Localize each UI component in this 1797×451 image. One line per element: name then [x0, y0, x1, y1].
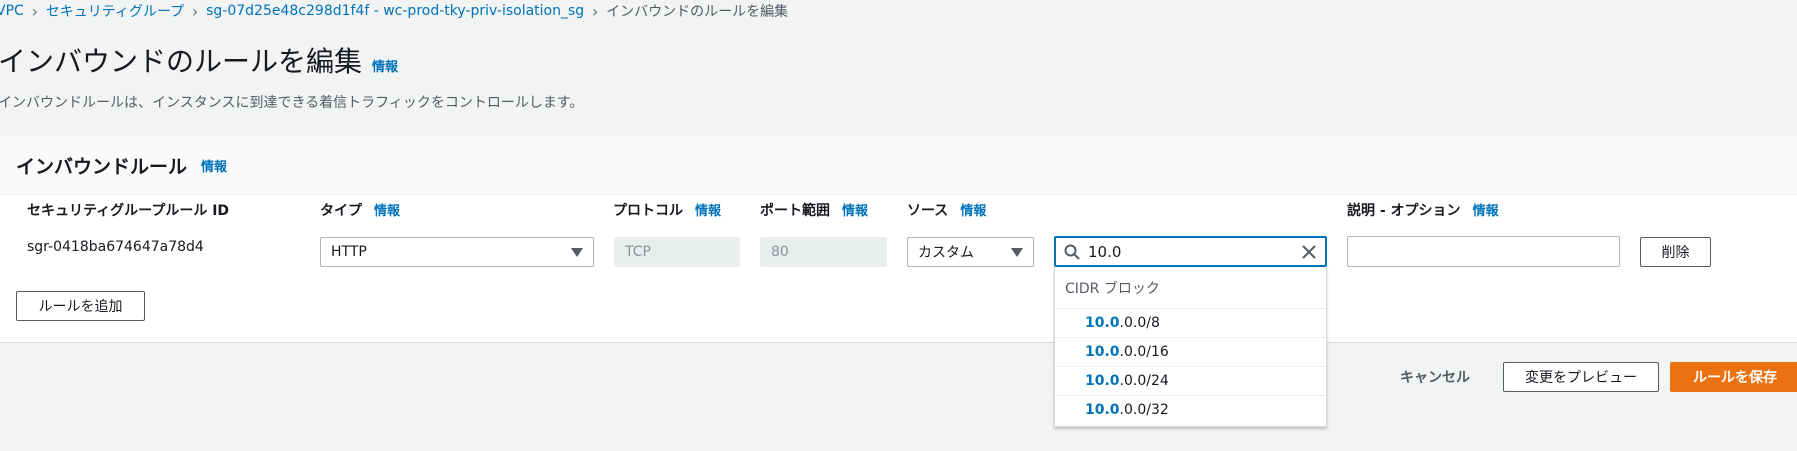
- cancel-button[interactable]: キャンセル: [1400, 367, 1470, 387]
- column-rule-id: セキュリティグループルール ID: [27, 200, 229, 220]
- dropdown-option-cidr-8[interactable]: 10.0.0.0/8: [1055, 309, 1326, 338]
- search-icon: [1064, 244, 1080, 260]
- protocol-info-link[interactable]: 情報: [695, 204, 721, 219]
- panel-header: インバウンドルール 情報: [0, 136, 1797, 195]
- column-protocol-label: プロトコル: [613, 203, 683, 219]
- column-rule-id-label: セキュリティグループルール ID: [27, 203, 230, 219]
- chevron-right-icon: ›: [31, 1, 38, 21]
- breadcrumb: VPC › セキュリティグループ › sg-07d25e48c298d1f4f …: [0, 0, 788, 22]
- panel-info-link[interactable]: 情報: [201, 156, 227, 175]
- source-search-input[interactable]: [1086, 241, 1301, 262]
- source-type-select[interactable]: カスタム: [907, 237, 1034, 267]
- column-protocol: プロトコル 情報: [613, 200, 721, 220]
- delete-rule-label: 削除: [1661, 245, 1690, 261]
- breadcrumb-item-security-groups[interactable]: セキュリティグループ: [46, 1, 184, 21]
- caret-down-icon: [1011, 248, 1023, 257]
- dropdown-option-cidr-16[interactable]: 10.0.0.0/16: [1055, 338, 1326, 367]
- column-type: タイプ 情報: [320, 200, 400, 220]
- source-info-link[interactable]: 情報: [960, 204, 986, 219]
- option-rest: .0.0/32: [1119, 402, 1169, 418]
- option-rest: .0.0/16: [1119, 344, 1169, 360]
- add-rule-label: ルールを追加: [38, 299, 123, 315]
- option-match: 10.0: [1085, 315, 1120, 331]
- caret-down-icon: [571, 248, 583, 257]
- protocol-field: TCP: [614, 237, 740, 267]
- save-rules-label: ルールを保存: [1693, 370, 1777, 386]
- dropdown-group-cidr: CIDR ブロック: [1055, 267, 1326, 309]
- dropdown-option-cidr-24[interactable]: 10.0.0.0/24: [1055, 367, 1326, 396]
- rule-id-value: sgr-0418ba674647a78d4: [27, 239, 204, 255]
- breadcrumb-item-security-group[interactable]: sg-07d25e48c298d1f4f - wc-prod-tky-priv-…: [206, 3, 584, 19]
- option-rest: .0.0/8: [1119, 315, 1160, 331]
- port-range-value: 80: [771, 244, 789, 260]
- dropdown-option-cidr-32[interactable]: 10.0.0.0/32: [1055, 396, 1326, 424]
- source-search-field[interactable]: [1054, 236, 1327, 267]
- source-type-value: カスタム: [918, 245, 974, 261]
- save-rules-button[interactable]: ルールを保存: [1670, 362, 1797, 392]
- column-description-label: 説明 - オプション: [1347, 203, 1461, 219]
- description-input[interactable]: [1347, 236, 1620, 267]
- chevron-right-icon: ›: [191, 1, 199, 21]
- edit-inbound-rules-page: VPC › セキュリティグループ › sg-07d25e48c298d1f4f …: [0, 0, 1797, 451]
- protocol-value: TCP: [625, 244, 651, 260]
- column-description: 説明 - オプション 情報: [1347, 200, 1499, 220]
- column-port-range-label: ポート範囲: [760, 203, 830, 219]
- option-match: 10.0: [1085, 344, 1120, 360]
- add-rule-button[interactable]: ルールを追加: [16, 291, 145, 321]
- column-type-label: タイプ: [320, 203, 362, 219]
- type-select[interactable]: HTTP: [320, 237, 594, 267]
- option-rest: .0.0/24: [1119, 373, 1169, 389]
- option-match: 10.0: [1085, 373, 1120, 389]
- chevron-right-icon: ›: [591, 1, 599, 21]
- preview-changes-label: 変更をプレビュー: [1525, 370, 1637, 386]
- page-description: インバウンドルールは、インスタンスに到達できる着信トラフィックをコントロールしま…: [0, 95, 584, 111]
- column-source-label: ソース: [907, 203, 949, 219]
- type-info-link[interactable]: 情報: [374, 204, 400, 219]
- page-title: インバウンドのルールを編集: [0, 45, 363, 78]
- type-select-value: HTTP: [331, 244, 367, 260]
- column-source: ソース 情報: [907, 200, 986, 220]
- preview-changes-button[interactable]: 変更をプレビュー: [1503, 362, 1659, 392]
- description-info-link[interactable]: 情報: [1473, 204, 1499, 219]
- page-info-link[interactable]: 情報: [372, 56, 398, 75]
- clear-icon[interactable]: [1301, 244, 1317, 260]
- option-match: 10.0: [1085, 402, 1120, 418]
- breadcrumb-current: インバウンドのルールを編集: [606, 4, 789, 20]
- source-dropdown: CIDR ブロック 10.0.0.0/8 10.0.0.0/16 10.0.0.…: [1054, 267, 1327, 427]
- delete-rule-button[interactable]: 削除: [1640, 237, 1711, 267]
- port-range-field: 80: [760, 237, 887, 267]
- panel-title: インバウンドルール: [16, 155, 188, 178]
- column-port-range: ポート範囲 情報: [760, 200, 868, 220]
- breadcrumb-item-vpc[interactable]: VPC: [0, 3, 24, 19]
- page-header: インバウンドのルールを編集 情報: [0, 40, 398, 80]
- port-range-info-link[interactable]: 情報: [842, 204, 868, 219]
